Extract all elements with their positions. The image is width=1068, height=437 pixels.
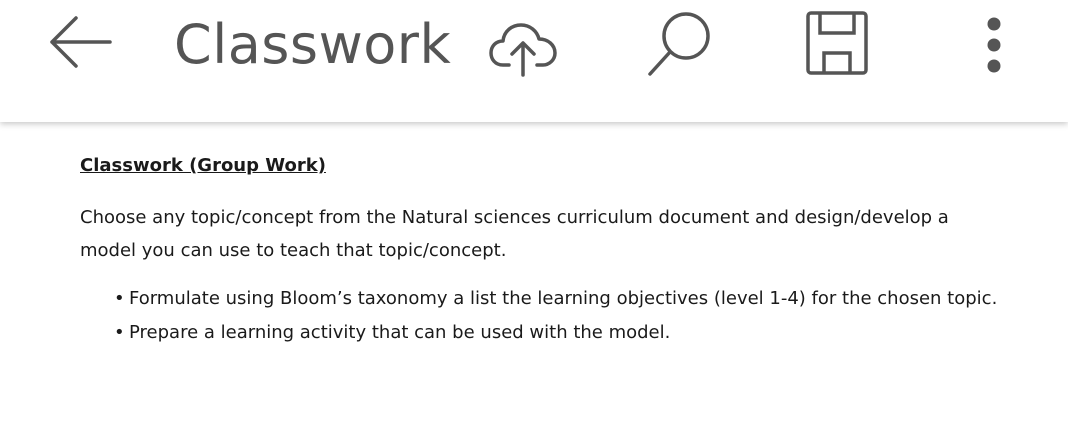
upload-button[interactable]: [484, 18, 562, 78]
list-item: • Formulate using Bloom’s taxonomy a list…: [114, 282, 997, 316]
back-button[interactable]: [44, 12, 114, 72]
back-arrow-icon: [50, 16, 112, 68]
app-toolbar: Classwork: [0, 0, 1068, 122]
more-options-button[interactable]: [972, 12, 1016, 76]
list-item-text: Formulate using Bloom’s taxonomy a list …: [129, 288, 998, 309]
list-item: • Prepare a learning activity that can be…: [114, 316, 997, 350]
search-button[interactable]: [642, 10, 716, 78]
bullet-icon: •: [114, 322, 125, 343]
objectives-list: • Formulate using Bloom’s taxonomy a list…: [114, 282, 997, 350]
page-title: Classwork: [174, 13, 452, 76]
list-item-text: Prepare a learning activity that can be …: [129, 322, 671, 343]
search-icon: [648, 12, 710, 76]
document-heading: Classwork (Group Work): [80, 155, 326, 176]
instruction-paragraph: Choose any topic/concept from the Natura…: [80, 207, 949, 261]
save-icon: [806, 11, 868, 75]
bullet-icon: •: [114, 288, 125, 309]
save-button[interactable]: [802, 10, 872, 76]
cloud-upload-icon: [489, 23, 557, 77]
more-vertical-icon: [987, 17, 1001, 73]
